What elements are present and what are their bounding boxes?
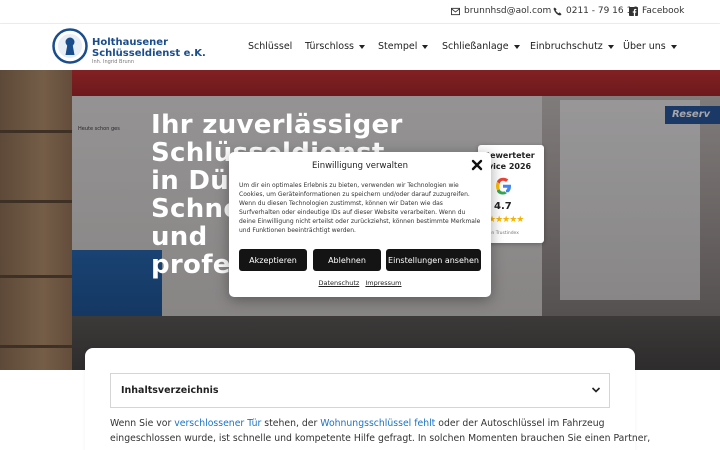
toc-label: Inhaltsverzeichnis <box>121 385 219 396</box>
keyhole-logo-icon[interactable] <box>52 28 88 64</box>
para-text: oder der Autoschlüssel im Fahrzeug <box>435 418 605 429</box>
deny-button[interactable]: Ablehnen <box>313 249 381 271</box>
hero-heading-line: in Dü <box>151 166 230 196</box>
consent-title: Einwilligung verwalten <box>311 161 408 171</box>
nav-item-schluessel[interactable]: Schlüssel <box>248 41 292 52</box>
phone-text: 0211 - 79 16 16 <box>566 6 638 16</box>
consent-body: Um dir ein optimales Erlebnis zu bieten,… <box>239 182 481 235</box>
rating-stars: ★★★★★ <box>488 215 524 225</box>
facebook-text: Facebook <box>642 6 685 16</box>
brand-name-line1[interactable]: Holthausener <box>92 37 168 48</box>
facebook-link[interactable]: Facebook <box>629 6 684 16</box>
hero-heading-line: und <box>151 222 208 252</box>
locked-door-link[interactable]: verschlossener Tür <box>174 418 261 429</box>
chevron-down-icon <box>422 44 429 49</box>
nav-item-stempel[interactable]: Stempel <box>378 41 429 52</box>
view-settings-button[interactable]: Einstellungen ansehen <box>386 249 481 271</box>
missing-key-link[interactable]: Wohnungsschlüssel fehlt <box>320 418 435 429</box>
hero-heading-line: Schne <box>151 194 242 224</box>
facebook-icon <box>629 6 638 16</box>
chevron-down-icon <box>670 44 677 49</box>
email-contact[interactable]: brunnhsd@aol.com <box>451 6 551 16</box>
cookie-consent-dialog: Einwilligung verwalten Um dir ein optima… <box>229 152 491 297</box>
table-of-contents-toggle[interactable]: Inhaltsverzeichnis <box>110 373 610 408</box>
privacy-link[interactable]: Datenschutz <box>318 279 359 287</box>
intro-paragraph-line1: Wenn Sie vor verschlossener Tür stehen, … <box>110 417 605 431</box>
nav-label: Schlüssel <box>248 41 293 52</box>
nav-item-tuerschloss[interactable]: Türschloss <box>305 41 365 52</box>
close-icon[interactable] <box>471 159 483 171</box>
hero-heading-line: Ihr zuverlässiger <box>151 110 403 140</box>
intro-paragraph-line2: eingeschlossen wurde, ist schnelle und k… <box>110 433 651 444</box>
chevron-down-icon <box>607 44 614 49</box>
phone-icon <box>553 6 562 16</box>
brand-name-line2[interactable]: Schlüsseldienst e.K. <box>92 48 206 59</box>
rating-score: 4.7 <box>494 201 512 212</box>
nav-label: Stempel <box>378 41 418 52</box>
nav-label: Schließanlage <box>442 41 509 52</box>
para-text: Wenn Sie vor <box>110 418 175 429</box>
para-text: stehen, der <box>261 418 321 429</box>
nav-item-ueber-uns[interactable]: Über uns <box>623 41 677 52</box>
chevron-down-icon <box>358 44 365 49</box>
nav-label: Türschloss <box>305 41 354 52</box>
hero-heading-line: profe <box>151 250 231 280</box>
consent-links: Datenschutz Impressum <box>229 279 491 287</box>
nav-label: Einbruchschutz <box>530 41 603 52</box>
nav-item-einbruchschutz[interactable]: Einbruchschutz <box>530 41 614 52</box>
accept-button[interactable]: Akzeptieren <box>239 249 307 271</box>
envelope-icon <box>451 7 460 15</box>
google-g-icon <box>496 177 511 195</box>
nav-item-schliessanlage[interactable]: Schließanlage <box>442 41 520 52</box>
brand-owner: Inh. Ingrid Brunn <box>92 59 135 65</box>
site-header: Holthausener Schlüsseldienst e.K. Inh. I… <box>0 24 720 70</box>
nav-label: Über uns <box>623 41 666 52</box>
chevron-down-icon <box>513 44 520 49</box>
email-text: brunnhsd@aol.com <box>464 6 552 16</box>
phone-contact[interactable]: 0211 - 79 16 16 <box>553 6 638 16</box>
chevron-down-icon <box>591 387 601 393</box>
rating-title-line2: rvice 2026 <box>484 162 532 171</box>
top-contact-bar: brunnhsd@aol.com 0211 - 79 16 16 Faceboo… <box>0 0 720 24</box>
imprint-link[interactable]: Impressum <box>365 279 401 287</box>
rating-title-line1: Bewerteter <box>484 151 535 160</box>
